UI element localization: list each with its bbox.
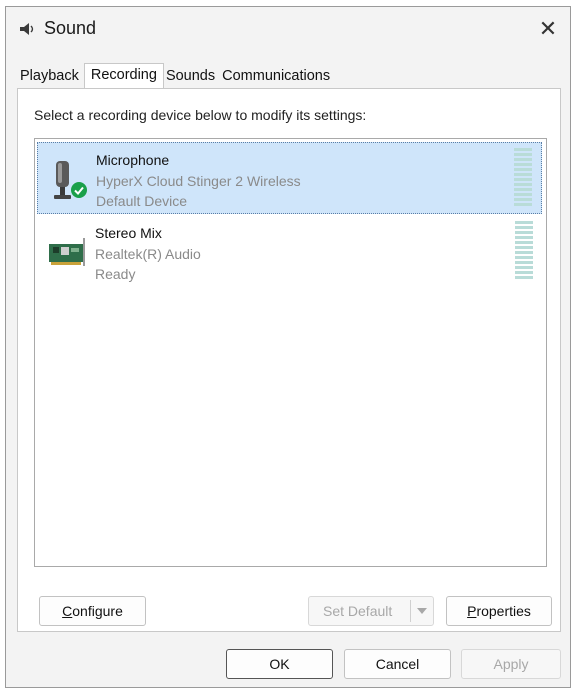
tab-recording[interactable]: Recording: [83, 63, 164, 88]
set-default-button[interactable]: Set Default: [308, 596, 434, 626]
device-subtitle: Realtek(R) Audio: [95, 246, 201, 262]
sound-dialog: Sound ✕ Playback Recording Sounds Commun…: [5, 6, 571, 688]
dropdown-arrow-icon[interactable]: [410, 600, 433, 622]
device-stereo-mix[interactable]: Stereo Mix Realtek(R) Audio Ready: [37, 216, 542, 288]
cancel-label: Cancel: [375, 656, 420, 672]
device-status: Ready: [95, 266, 136, 282]
tab-playback[interactable]: Playback: [18, 65, 84, 87]
cancel-button[interactable]: Cancel: [344, 649, 451, 679]
ok-button[interactable]: OK: [226, 649, 333, 679]
properties-label: roperties: [476, 603, 531, 619]
level-meter: [514, 148, 532, 208]
window-title: Sound: [44, 18, 97, 38]
properties-accel: P: [467, 603, 477, 619]
tab-communications[interactable]: Communications: [220, 65, 335, 87]
device-name: Microphone: [96, 152, 170, 168]
device-status: Default Device: [96, 193, 188, 209]
configure-button[interactable]: Configure: [39, 596, 146, 626]
set-default-label: Set Default: [323, 603, 393, 619]
properties-button[interactable]: Properties: [446, 596, 552, 626]
tab-sounds[interactable]: Sounds: [164, 65, 220, 87]
speaker-icon: [20, 23, 34, 35]
device-subtitle: HyperX Cloud Stinger 2 Wireless: [96, 173, 301, 189]
close-icon: ✕: [538, 16, 558, 41]
device-list: Microphone HyperX Cloud Stinger 2 Wirele…: [34, 138, 547, 567]
device-microphone[interactable]: Microphone HyperX Cloud Stinger 2 Wirele…: [37, 142, 542, 214]
apply-button[interactable]: Apply: [461, 649, 561, 679]
ok-label: OK: [269, 656, 290, 672]
tab-strip: Playback Recording Sounds Communications: [18, 63, 335, 88]
checkmark-badge-icon: [71, 182, 87, 198]
instruction-text: Select a recording device below to modif…: [34, 107, 367, 123]
close-button[interactable]: ✕: [532, 15, 564, 43]
sound-card-icon: [49, 238, 85, 266]
title-bar: Sound ✕: [6, 7, 570, 51]
recording-panel: Select a recording device below to modif…: [17, 88, 561, 632]
device-name: Stereo Mix: [95, 225, 162, 241]
configure-accel: C: [62, 603, 73, 619]
apply-label: Apply: [493, 656, 529, 672]
level-meter: [515, 221, 533, 281]
configure-label: onfigure: [72, 603, 123, 619]
